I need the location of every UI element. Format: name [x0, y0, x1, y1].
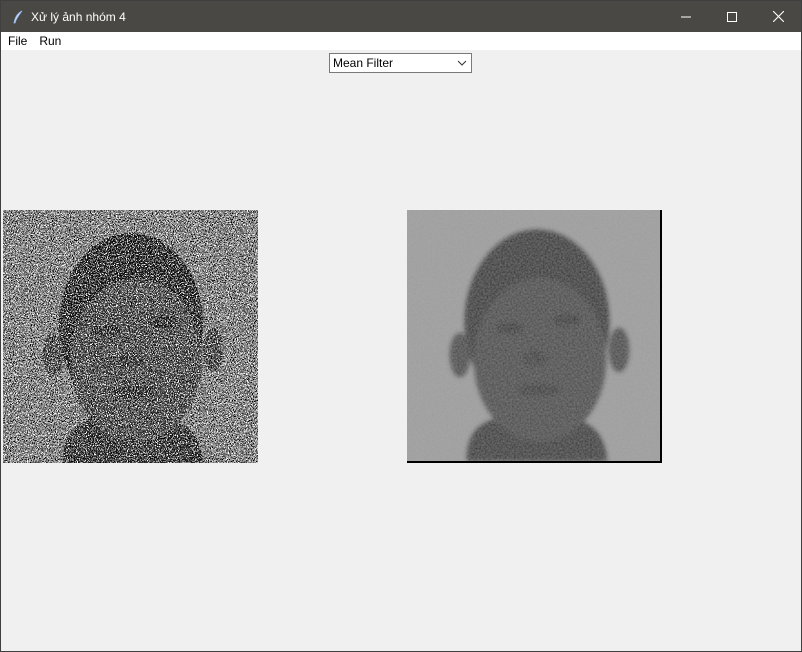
filter-select[interactable]: Mean Filter: [329, 53, 472, 73]
maximize-button[interactable]: [709, 1, 755, 32]
noisy-face-image: [3, 210, 258, 463]
chevron-down-icon[interactable]: [453, 60, 471, 66]
menu-file[interactable]: File: [1, 32, 33, 50]
close-button[interactable]: [755, 1, 801, 32]
minimize-icon: [681, 12, 691, 22]
feather-icon: [10, 9, 26, 25]
title-bar[interactable]: Xử lý ảnh nhóm 4: [1, 1, 801, 32]
filtered-face-image: [407, 210, 662, 463]
window-title: Xử lý ảnh nhóm 4: [31, 9, 126, 24]
filter-select-value: Mean Filter: [333, 56, 394, 70]
menu-run[interactable]: Run: [33, 32, 67, 50]
minimize-button[interactable]: [663, 1, 709, 32]
close-icon: [772, 11, 784, 22]
maximize-icon: [727, 11, 737, 22]
menu-bar: File Run: [1, 32, 801, 50]
app-window: Xử lý ảnh nhóm 4 File Run Mean Filter: [0, 0, 802, 652]
main-content: Mean Filter: [1, 50, 801, 650]
